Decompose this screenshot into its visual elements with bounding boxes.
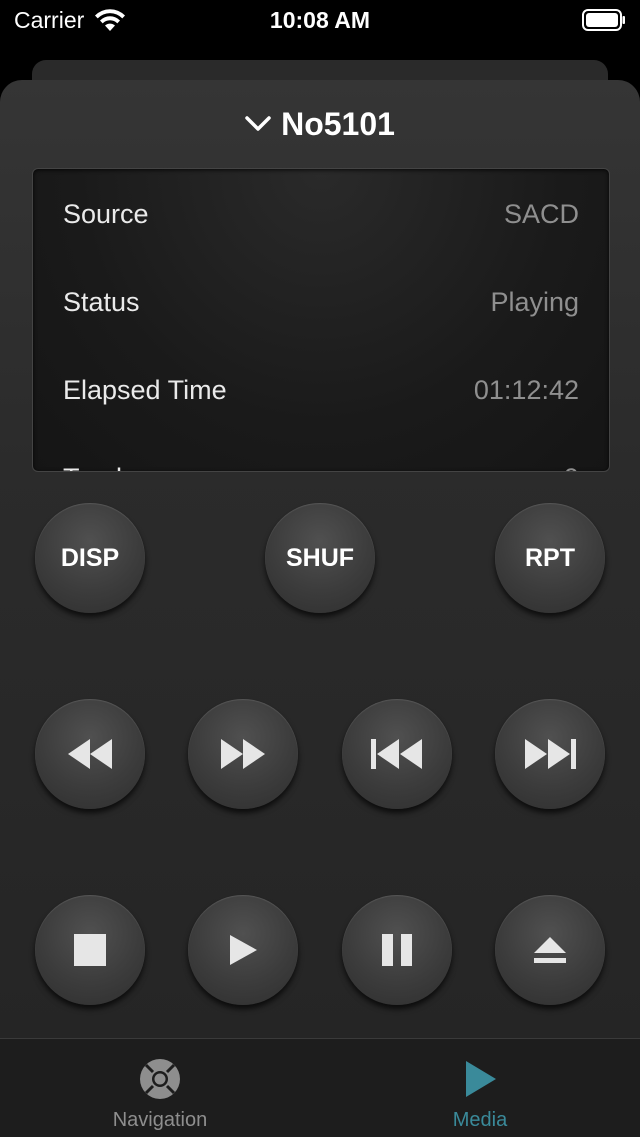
repeat-button[interactable]: RPT [495,503,605,613]
navigation-dpad-icon [140,1059,180,1099]
info-label: Status [63,286,140,317]
media-play-icon [466,1061,496,1097]
info-value: 01:12:42 [473,374,579,405]
info-label: Track [63,463,130,472]
info-value: SACD [503,198,579,229]
stop-button[interactable] [35,895,145,1005]
play-icon [230,935,257,965]
tab-media[interactable]: Media [320,1039,640,1137]
fast-forward-icon [221,739,265,769]
info-label: Source [63,198,149,229]
pause-icon [382,934,412,966]
skip-forward-button[interactable] [495,699,605,809]
rewind-button[interactable] [35,699,145,809]
pause-button[interactable] [342,895,452,1005]
clock: 10:08 AM [269,7,371,33]
info-row-source: Source SACD [63,194,579,234]
eject-button[interactable] [495,895,605,1005]
skip-back-icon [371,739,422,769]
disp-button[interactable]: DISP [35,503,145,613]
device-header[interactable]: No5101 [0,102,640,146]
chevron-down-icon[interactable] [245,114,271,134]
eject-icon [534,937,566,963]
info-row-elapsed-time: Elapsed Time 01:12:42 [63,370,579,410]
skip-back-button[interactable] [342,699,452,809]
tab-navigation[interactable]: Navigation [0,1039,320,1137]
info-value: Playing [490,286,579,317]
battery-icon [582,9,625,31]
info-row-status: Status Playing [63,282,579,322]
play-button[interactable] [188,895,298,1005]
info-label: Elapsed Time [63,374,227,405]
rewind-icon [68,739,112,769]
fast-forward-button[interactable] [188,699,298,809]
tab-label: Media [452,1109,508,1131]
stop-icon [74,934,106,966]
info-panel[interactable]: Source SACD Status Playing Elapsed Time … [32,168,610,472]
info-value: 9 [564,463,579,472]
skip-forward-icon [525,739,576,769]
device-title: No5101 [281,105,395,142]
tab-bar: Navigation Media [0,1038,640,1137]
status-bar: Carrier 10:08 AM [0,0,640,40]
info-row-track: Track 9 [63,458,579,472]
shuffle-button[interactable]: SHUF [265,503,375,613]
tab-label: Navigation [112,1109,208,1131]
